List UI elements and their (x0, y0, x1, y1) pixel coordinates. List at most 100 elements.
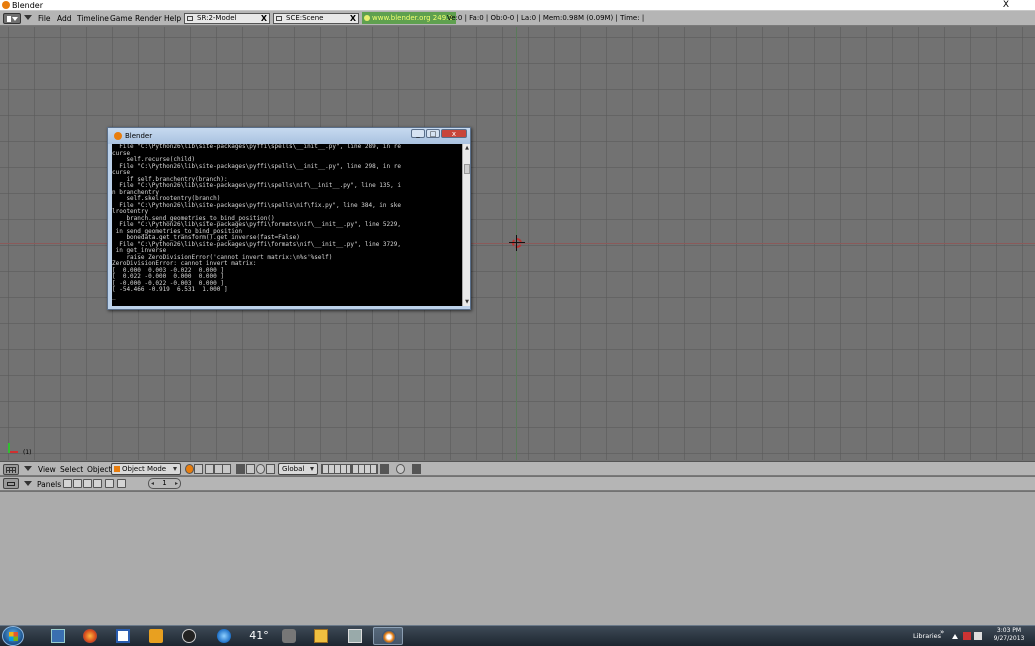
lock-layers-icon[interactable] (380, 464, 389, 474)
weather-temperature[interactable]: 41° (244, 627, 274, 645)
script-context-icon[interactable] (73, 479, 82, 488)
console-titlebar[interactable]: Blender _ □ x (108, 128, 470, 144)
mode-selector[interactable]: Object Mode (111, 463, 181, 475)
delete-scene-button[interactable]: X (348, 14, 358, 23)
toolbar-overflow-icon[interactable]: » (940, 628, 944, 636)
taskbar-app-taskmanager[interactable] (43, 627, 73, 645)
menu-render[interactable]: Render (135, 11, 162, 26)
menu-object[interactable]: Object (87, 462, 111, 477)
menu-file[interactable]: File (38, 11, 51, 26)
collapse-header-icon[interactable] (24, 466, 32, 471)
snap-icon[interactable] (396, 464, 405, 474)
orientation-selector[interactable]: Global (278, 463, 318, 475)
increment-arrow-icon[interactable]: ▸ (175, 479, 178, 488)
console-scrollbar[interactable]: ▲ ▼ (462, 144, 470, 306)
collapse-header-icon[interactable] (24, 15, 32, 20)
window-title: Blender (12, 1, 43, 10)
taskbar-app-explorer[interactable] (306, 627, 336, 645)
blender-logo-icon (2, 1, 10, 9)
logic-context-icon[interactable] (63, 479, 72, 488)
console-output[interactable]: File "C:\Python26\lib\site-packages\pyff… (112, 144, 462, 306)
rotate-icon[interactable] (256, 464, 265, 474)
menu-view[interactable]: View (38, 462, 56, 477)
3d-view-header: View Select Object Object Mode Global (0, 461, 1035, 476)
minimize-button[interactable]: _ (411, 129, 425, 138)
maximize-button[interactable]: □ (426, 129, 440, 138)
shading-context-icon[interactable] (83, 479, 92, 488)
manipulator-hand-icon[interactable] (236, 464, 245, 474)
taskbar-app-firefox[interactable] (75, 627, 105, 645)
menu-timeline[interactable]: Timeline (77, 11, 109, 26)
object-context-icon[interactable] (93, 479, 102, 488)
console-close-button[interactable]: x (441, 129, 467, 138)
scroll-down-icon[interactable]: ▼ (464, 299, 470, 305)
firefox-icon (83, 629, 97, 643)
internet-explorer-icon (217, 629, 231, 643)
window-type-menu[interactable] (3, 464, 19, 475)
start-button[interactable] (2, 626, 24, 646)
scene-name: SCE:Scene (286, 14, 324, 22)
show-hidden-icons-icon[interactable] (952, 634, 958, 639)
draw-type-icon[interactable] (185, 464, 194, 474)
window-type-menu[interactable] (3, 478, 19, 489)
scroll-up-icon[interactable]: ▲ (464, 145, 470, 151)
clock[interactable]: 3:03 PM 9/27/2013 (990, 627, 1028, 643)
translate-icon[interactable] (246, 464, 255, 474)
blender-logo-icon (364, 15, 370, 21)
menu-add[interactable]: Add (57, 11, 72, 26)
scene-context-icon[interactable] (117, 479, 126, 488)
menu-panels[interactable]: Panels (37, 477, 61, 492)
scene-stats: Ve:0 | Fa:0 | Ob:0-0 | La:0 | Mem:0.98M … (447, 14, 645, 22)
dropdown-arrow-icon (173, 467, 177, 471)
word-icon (116, 629, 130, 643)
taskbar-app-blender[interactable] (373, 627, 403, 645)
computer-icon (348, 629, 362, 643)
scale-icon[interactable] (266, 464, 275, 474)
action-center-flag-icon[interactable] (963, 632, 971, 640)
taskbar-app-hp[interactable] (174, 627, 204, 645)
taskbar-app-computer[interactable] (340, 627, 370, 645)
menu-help[interactable]: Help (164, 11, 181, 26)
taskbar-app-ie[interactable] (209, 627, 239, 645)
taskbar-app-media[interactable] (141, 627, 171, 645)
menu-select[interactable]: Select (60, 462, 83, 477)
info-window-icon (7, 16, 11, 22)
scene-selector[interactable]: SCE:Scene X (273, 13, 359, 24)
network-icon[interactable] (974, 632, 982, 640)
libraries-toolbar[interactable]: Libraries (913, 626, 941, 646)
window-titlebar: Blender X (0, 0, 1035, 11)
buttons-window[interactable] (0, 492, 1035, 625)
layer-buttons-left[interactable] (321, 464, 351, 474)
window-type-menu[interactable] (3, 13, 21, 24)
pivot-icon[interactable] (205, 464, 214, 474)
dropdown-arrow-icon (310, 467, 314, 471)
dropdown-arrow-icon (12, 17, 18, 21)
render-preview-icon[interactable] (412, 464, 421, 474)
screen-selector[interactable]: SR:2-Model X (184, 13, 270, 24)
checkmark-app-icon (51, 629, 65, 643)
blender-logo-icon (382, 630, 396, 644)
buttons-header: Panels ◂ 1 ▸ (0, 477, 1035, 491)
taskbar: 41° Libraries » 3:03 PM 9/27/2013 (0, 625, 1035, 646)
decrement-arrow-icon[interactable]: ◂ (151, 479, 154, 488)
screen-icon (187, 16, 193, 21)
scroll-thumb[interactable] (464, 164, 470, 174)
collapse-header-icon[interactable] (24, 481, 32, 486)
console-window[interactable]: Blender _ □ x File "C:\Python26\lib\site… (107, 127, 471, 310)
taskbar-app-word[interactable] (108, 627, 138, 645)
version-text: www.blender.org 249.2 (372, 14, 453, 22)
info-header: File Add Timeline Game Render Help SR:2-… (0, 11, 1035, 26)
frame-number-value: 1 (162, 479, 167, 487)
editing-context-icon[interactable] (105, 479, 114, 488)
delete-screen-button[interactable]: X (259, 14, 269, 23)
layer-buttons-right[interactable] (351, 464, 378, 474)
mode-label: Object Mode (122, 465, 167, 473)
occlude-icon[interactable] (222, 464, 231, 474)
taskbar-app-game[interactable] (274, 627, 304, 645)
window-close-button[interactable]: X (1000, 0, 1012, 10)
menu-game[interactable]: Game (110, 11, 132, 26)
version-badge[interactable]: www.blender.org 249.2 (362, 12, 456, 24)
clock-time: 3:03 PM (996, 627, 1022, 634)
draw-type-arrow-icon[interactable] (194, 464, 203, 474)
frame-number-field[interactable]: ◂ 1 ▸ (148, 478, 181, 489)
